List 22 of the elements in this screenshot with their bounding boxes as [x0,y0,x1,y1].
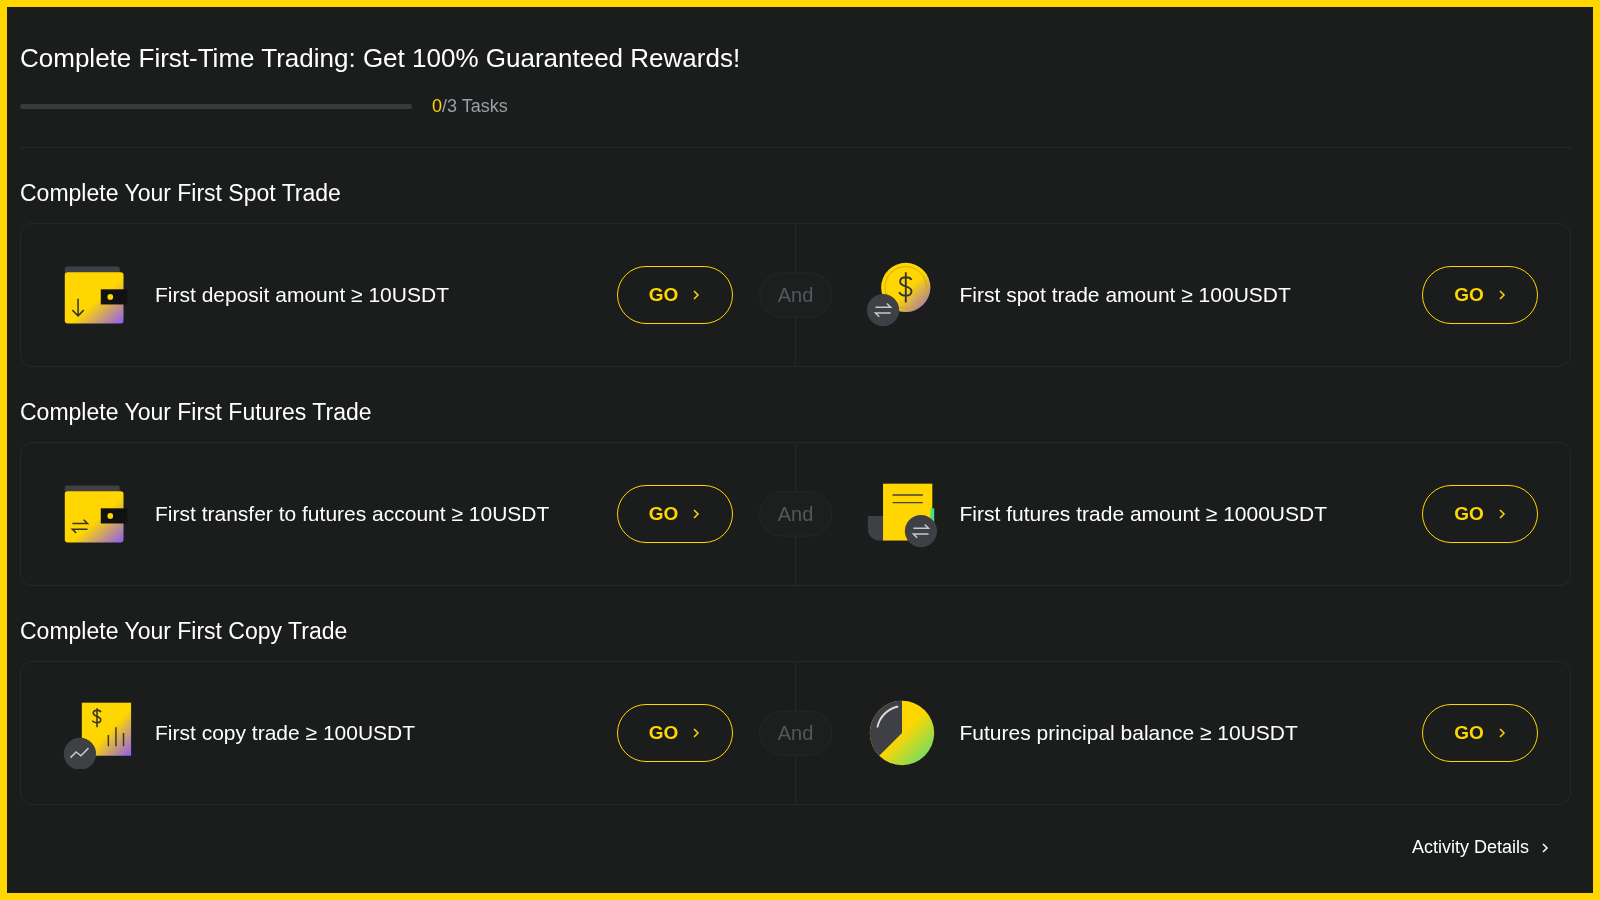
chevron-right-icon [1541,841,1549,854]
chevron-right-icon [1497,727,1506,739]
task-description: First spot trade amount ≥ 100USDT [959,283,1291,307]
page-title: Complete First-Time Trading: Get 100% Guaranteed Rewards! [20,43,741,74]
chevron-right-icon [692,508,701,520]
chevron-right-icon [692,727,701,739]
task-description: First deposit amount ≥ 10USDT [155,283,449,307]
section-title: Complete Your First Futures Trade [20,399,372,426]
task-description: First copy trade ≥ 100USDT [155,721,416,745]
section-title: Complete Your First Copy Trade [20,618,348,645]
and-label: And [758,272,833,318]
task-description: First futures trade amount ≥ 1000USDT [959,502,1327,526]
and-label: And [758,710,833,756]
chevron-right-icon [1497,508,1506,520]
chevron-right-icon [1497,289,1506,301]
task-description: Futures principal balance ≥ 10USDT [959,721,1298,745]
section-title: Complete Your First Spot Trade [20,180,341,207]
activity-details-link[interactable]: Activity Details [1411,837,1549,858]
chevron-right-icon [692,289,701,301]
and-label: And [758,491,833,537]
task-count: 0/3 Tasks [432,96,508,117]
task-description: First transfer to futures account ≥ 10USDT [155,502,550,526]
